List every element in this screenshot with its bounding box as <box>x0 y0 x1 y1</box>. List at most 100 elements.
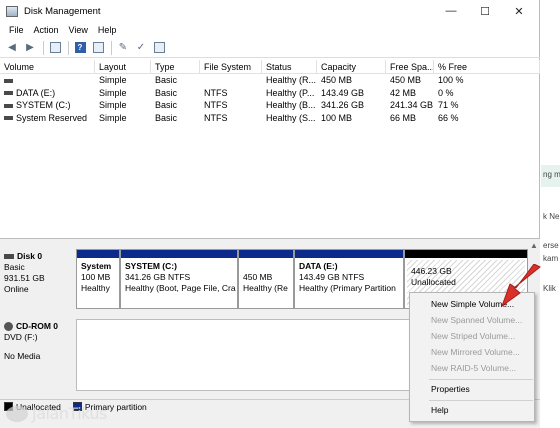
partition-system-reserved[interactable]: System 100 MB Healthy <box>76 249 120 309</box>
cell-layout: Simple <box>99 87 127 98</box>
back-arrow-icon[interactable]: ◀ <box>4 41 20 55</box>
column-header-status[interactable]: Status <box>262 60 317 73</box>
console-tree-icon[interactable] <box>47 41 63 55</box>
menu-new-raid5-volume[interactable]: New RAID-5 Volume... <box>410 361 536 376</box>
help-icon[interactable]: ? <box>72 41 88 55</box>
cell-file-system: NTFS <box>204 112 228 123</box>
cell-free-space: 42 MB <box>390 87 417 98</box>
volume-icon <box>4 116 13 121</box>
side-text-1: ng ma <box>543 170 560 179</box>
partition-system-c[interactable]: SYSTEM (C:) 341.26 GB NTFS Healthy (Boot… <box>120 249 238 309</box>
table-row[interactable]: System Reserved Simple Basic NTFS Health… <box>0 112 540 125</box>
connect-icon[interactable]: ✎ <box>115 41 131 55</box>
red-pointer-arrow-icon <box>500 264 541 308</box>
cell-type: Basic <box>155 100 178 110</box>
menu-help-item[interactable]: Help <box>410 403 536 418</box>
watermark-text: JalanTikus <box>32 404 107 423</box>
menu-new-mirrored-volume[interactable]: New Mirrored Volume... <box>410 345 536 360</box>
watermark-logo-icon <box>6 406 28 422</box>
disk-icon <box>4 254 14 260</box>
maximize-button[interactable]: ☐ <box>468 0 502 22</box>
table-row[interactable]: DATA (E:) Simple Basic NTFS Healthy (P..… <box>0 87 540 100</box>
cdrom-status: No Media <box>4 351 41 361</box>
cd-rom-icon <box>4 322 13 332</box>
column-header-percent-free[interactable]: % Free <box>434 60 540 73</box>
disk-management-app-icon <box>6 5 18 17</box>
volume-table-header: Volume Layout Type File System Status Ca… <box>0 60 540 74</box>
disk0-size: 931.51 GB <box>4 273 45 283</box>
cell-file-system <box>200 74 262 87</box>
cell-volume: DATA (E:) <box>16 87 56 98</box>
table-row[interactable]: Simple Basic Healthy (R... 450 MB 450 MB… <box>0 74 540 87</box>
menu-file[interactable]: File <box>4 25 29 35</box>
cell-capacity: 341.26 GB <box>321 100 365 110</box>
cell-status: Healthy (B... <box>266 100 316 110</box>
cell-type: Basic <box>155 75 178 85</box>
menu-view[interactable]: View <box>64 25 93 35</box>
table-row[interactable]: SYSTEM (C:) Simple Basic NTFS Healthy (B… <box>0 99 540 112</box>
partition-recovery[interactable]: 450 MB Healthy (Re <box>238 249 294 309</box>
disk0-type: Basic <box>4 262 25 272</box>
title-bar[interactable]: Disk Management — ☐ ✕ <box>0 0 540 22</box>
cdrom-type: DVD (F:) <box>4 332 38 342</box>
cdrom-name: CD-ROM 0 <box>16 321 59 331</box>
cell-percent-free: 100 % <box>438 75 464 85</box>
partition-data-e[interactable]: DATA (E:) 143.49 GB NTFS Healthy (Primar… <box>294 249 404 309</box>
column-header-file-system[interactable]: File System <box>200 60 262 73</box>
toolbar-divider <box>111 40 112 55</box>
cell-status: Healthy (R... <box>266 75 317 85</box>
partition-name: System <box>81 261 112 271</box>
disk0-status: Online <box>4 284 29 294</box>
cell-volume: SYSTEM (C:) <box>16 100 71 110</box>
window-controls: — ☐ ✕ <box>434 0 536 22</box>
scroll-up-icon[interactable]: ▲ <box>530 241 538 250</box>
menu-help[interactable]: Help <box>93 25 122 35</box>
cell-free-space: 241.34 GB <box>390 100 434 110</box>
side-text-5: Klik <box>543 284 556 293</box>
window-icon[interactable] <box>151 41 167 55</box>
window-title: Disk Management <box>24 5 101 17</box>
cell-type: Basic <box>155 87 178 98</box>
menu-divider <box>429 379 533 380</box>
column-header-volume[interactable]: Volume <box>0 60 95 73</box>
column-header-layout[interactable]: Layout <box>95 60 151 73</box>
menu-divider <box>429 400 533 401</box>
cell-layout: Simple <box>99 112 127 123</box>
partition-size: 100 MB <box>81 272 111 282</box>
column-header-capacity[interactable]: Capacity <box>317 60 386 73</box>
cell-file-system: NTFS <box>204 87 228 98</box>
cell-layout: Simple <box>99 75 127 85</box>
disk0-label[interactable]: Disk 0 Basic 931.51 GB Online <box>4 251 74 295</box>
volume-table-body: Simple Basic Healthy (R... 450 MB 450 MB… <box>0 74 540 124</box>
side-text-4: kam <box>543 254 559 263</box>
disk0-name: Disk 0 <box>17 251 43 261</box>
partition-name: DATA (E:) <box>299 261 338 271</box>
toolbar-divider <box>43 40 44 55</box>
cell-percent-free: 71 % <box>438 100 459 110</box>
partition-size: 143.49 GB NTFS <box>299 272 365 282</box>
cdrom-label[interactable]: CD-ROM 0 DVD (F:) No Media <box>4 321 74 362</box>
minimize-button[interactable]: — <box>434 0 468 22</box>
volume-icon <box>4 91 13 96</box>
cell-free-space: 450 MB <box>390 75 422 85</box>
close-button[interactable]: ✕ <box>502 0 536 22</box>
cell-file-system: NTFS <box>204 100 228 110</box>
volume-icon <box>4 78 13 83</box>
side-text-3: erse <box>543 241 559 250</box>
side-text-2: k Ne <box>543 212 560 221</box>
partition-status: Healthy (Re <box>243 283 288 293</box>
column-header-type[interactable]: Type <box>151 60 200 73</box>
menu-new-spanned-volume[interactable]: New Spanned Volume... <box>410 313 536 328</box>
volume-icon <box>4 103 13 108</box>
forward-arrow-icon[interactable]: ▶ <box>22 41 38 55</box>
partition-name: SYSTEM (C:) <box>125 261 177 271</box>
toolbar: ◀ ▶ ? ✎ ✓ <box>0 38 540 58</box>
cell-layout: Simple <box>99 100 127 110</box>
column-header-free-space[interactable]: Free Spa... <box>386 60 434 73</box>
menu-action[interactable]: Action <box>29 25 64 35</box>
checklist-icon[interactable]: ✓ <box>133 41 149 55</box>
menu-properties[interactable]: Properties <box>410 382 536 397</box>
menu-new-striped-volume[interactable]: New Striped Volume... <box>410 329 536 344</box>
properties-icon[interactable] <box>90 41 106 55</box>
partition-name <box>243 261 290 272</box>
